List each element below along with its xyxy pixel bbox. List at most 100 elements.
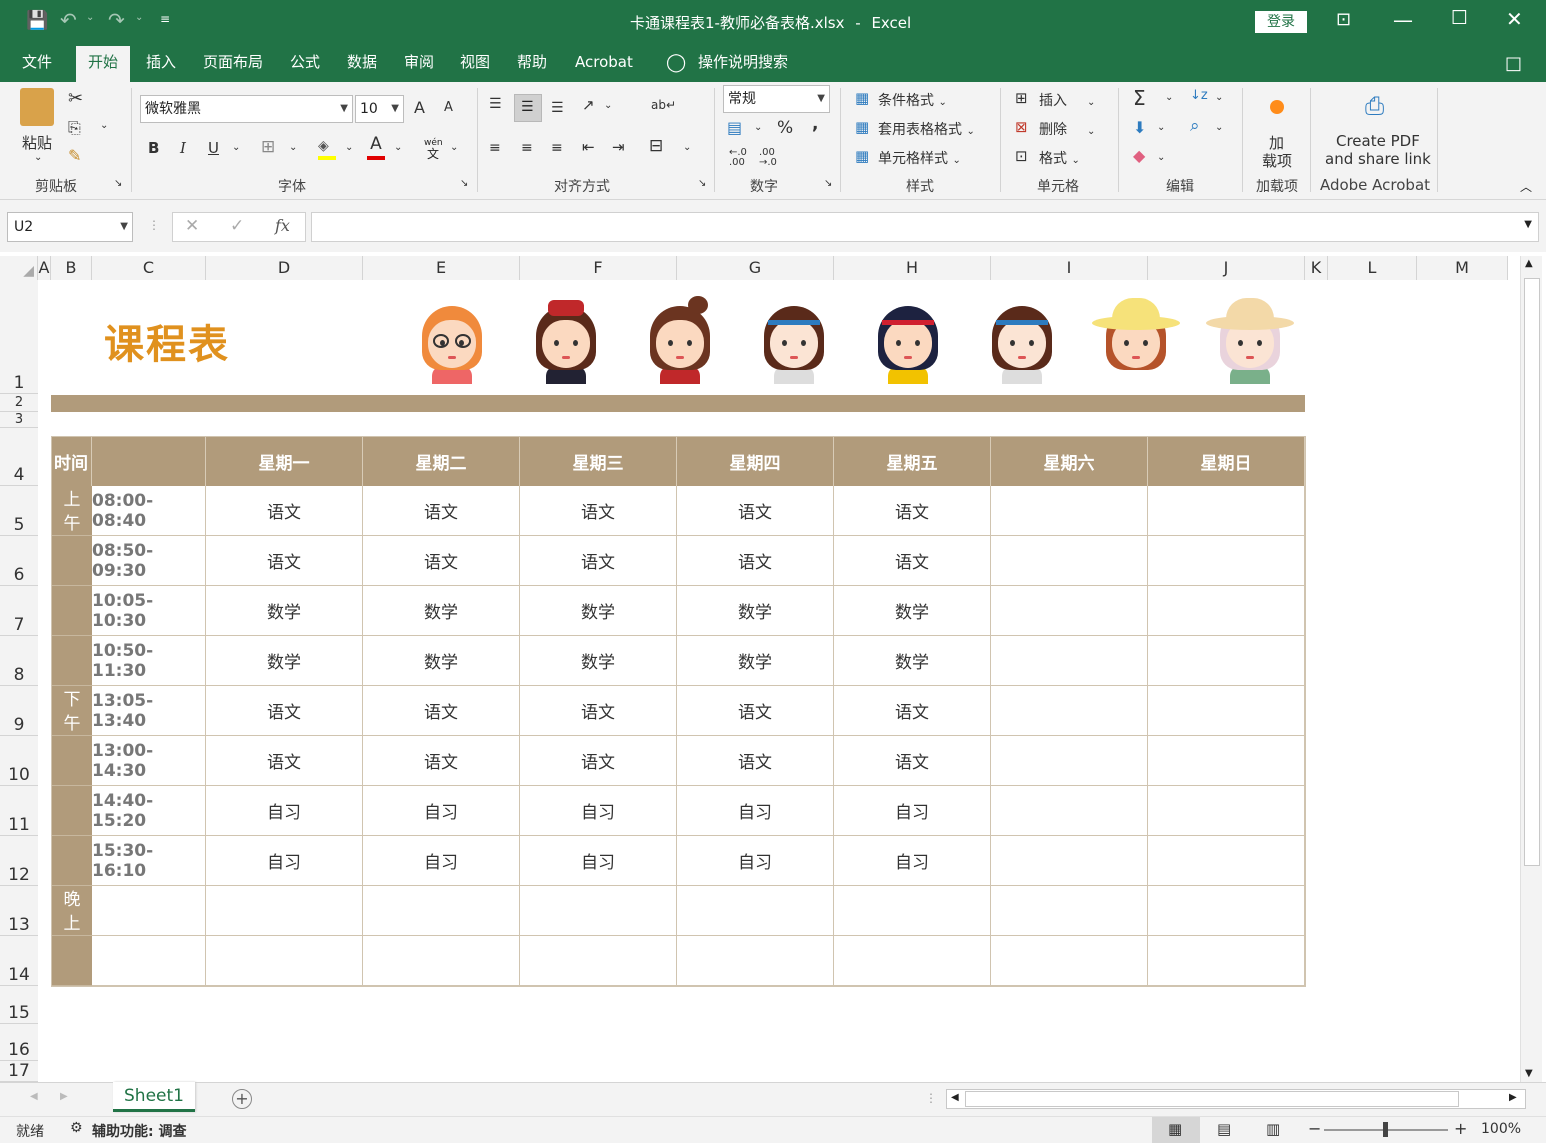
row-header[interactable]: 6 — [0, 536, 38, 586]
subject-cell[interactable] — [1148, 836, 1305, 886]
row-header[interactable]: 17 — [0, 1061, 38, 1082]
tab-data[interactable]: 数据 — [341, 52, 383, 82]
fill-dropdown-icon[interactable]: ⌄ — [1157, 122, 1165, 133]
clipboard-launcher-icon[interactable]: ↘ — [114, 178, 122, 189]
day-header[interactable]: 星期六 — [991, 436, 1148, 486]
time-range-header[interactable] — [92, 436, 206, 486]
undo-icon[interactable]: ↶ — [60, 8, 77, 32]
align-right-icon[interactable]: ≡ — [551, 140, 563, 156]
section-cell[interactable] — [52, 936, 92, 986]
column-header[interactable]: G — [677, 256, 834, 280]
normal-view-button[interactable]: ▦ — [1152, 1117, 1200, 1143]
scroll-up-icon[interactable]: ▲ — [1525, 258, 1533, 269]
clear-dropdown-icon[interactable]: ⌄ — [1157, 152, 1165, 163]
subject-cell[interactable]: 语文 — [520, 536, 677, 586]
row-header[interactable]: 2 — [0, 394, 38, 412]
subject-cell[interactable]: 语文 — [363, 536, 520, 586]
redo-icon[interactable]: ↷ — [108, 8, 125, 32]
subject-cell[interactable]: 自习 — [677, 786, 834, 836]
subject-cell[interactable] — [991, 936, 1148, 986]
tab-page-layout[interactable]: 页面布局 — [197, 52, 269, 82]
subject-cell[interactable]: 自习 — [520, 786, 677, 836]
subject-cell[interactable] — [834, 936, 991, 986]
underline-dropdown-icon[interactable]: ⌄ — [232, 142, 240, 153]
subject-cell[interactable]: 自习 — [206, 836, 363, 886]
accessibility-status[interactable]: 辅助功能: 调查 — [92, 1121, 186, 1141]
login-button[interactable]: 登录 — [1255, 11, 1307, 33]
find-select-icon[interactable]: ⌕ — [1190, 116, 1200, 136]
subject-cell[interactable] — [991, 586, 1148, 636]
tab-review[interactable]: 审阅 — [398, 52, 440, 82]
alignment-launcher-icon[interactable]: ↘ — [698, 178, 706, 189]
subject-cell[interactable] — [1148, 686, 1305, 736]
scroll-down-icon[interactable]: ▼ — [1525, 1068, 1533, 1079]
subject-cell[interactable] — [991, 486, 1148, 536]
column-header[interactable]: H — [834, 256, 991, 280]
subject-cell[interactable]: 自习 — [520, 836, 677, 886]
orientation-dropdown-icon[interactable]: ⌄ — [604, 100, 612, 111]
cut-icon[interactable]: ✂ — [68, 88, 83, 109]
insert-cells-icon[interactable]: ⊞ — [1015, 89, 1028, 107]
vertical-scrollbar[interactable]: ▲ ▼ — [1520, 256, 1542, 1082]
column-header[interactable]: L — [1328, 256, 1417, 280]
subject-cell[interactable] — [991, 836, 1148, 886]
create-pdf-line2[interactable]: and share link — [1325, 150, 1431, 168]
formula-input[interactable]: ▼ — [311, 212, 1539, 242]
time-cell[interactable]: 15:30-16:10 — [92, 836, 206, 886]
column-header[interactable]: J — [1148, 256, 1305, 280]
zoom-level[interactable]: 100% — [1481, 1121, 1521, 1137]
close-icon[interactable]: ✕ — [1506, 7, 1523, 31]
align-middle-button[interactable]: ☰ — [514, 94, 542, 122]
borders-dropdown-icon[interactable]: ⌄ — [289, 142, 297, 153]
subject-cell[interactable] — [363, 886, 520, 936]
number-format-select[interactable]: 常规 ▼ — [723, 85, 830, 113]
name-box[interactable]: U2 ▼ — [7, 212, 133, 242]
subject-cell[interactable] — [1148, 886, 1305, 936]
subject-cell[interactable] — [991, 886, 1148, 936]
column-header[interactable]: D — [206, 256, 363, 280]
subject-cell[interactable]: 数学 — [677, 586, 834, 636]
section-cell[interactable] — [52, 586, 92, 636]
subject-cell[interactable] — [520, 936, 677, 986]
day-header[interactable]: 星期二 — [363, 436, 520, 486]
subject-cell[interactable] — [1148, 486, 1305, 536]
time-cell[interactable]: 08:50-09:30 — [92, 536, 206, 586]
subject-cell[interactable]: 自习 — [363, 786, 520, 836]
customize-icon[interactable]: ≡ — [160, 12, 170, 26]
column-header[interactable]: K — [1305, 256, 1328, 280]
cancel-icon[interactable]: ✕ — [185, 216, 199, 236]
subject-cell[interactable] — [520, 886, 677, 936]
expand-formula-icon[interactable]: ▼ — [1524, 219, 1532, 230]
day-header[interactable]: 星期日 — [1148, 436, 1305, 486]
drag-handle-icon[interactable]: ⋮ — [148, 218, 160, 232]
subject-cell[interactable]: 数学 — [834, 586, 991, 636]
row-header[interactable]: 12 — [0, 836, 38, 886]
subject-cell[interactable] — [1148, 586, 1305, 636]
row-header[interactable]: 14 — [0, 936, 38, 986]
font-color-icon[interactable]: A — [367, 134, 385, 160]
tab-file[interactable]: 文件 — [16, 52, 58, 82]
bold-button[interactable]: B — [148, 139, 159, 157]
day-header[interactable]: 星期三 — [520, 436, 677, 486]
number-launcher-icon[interactable]: ↘ — [824, 178, 832, 189]
row-header[interactable]: 7 — [0, 586, 38, 636]
select-all-button[interactable]: ◢ — [0, 256, 38, 280]
pdf-link-icon[interactable]: ⎙ — [1365, 92, 1384, 120]
decrease-indent-icon[interactable]: ⇤ — [582, 138, 595, 156]
conditional-format-icon[interactable]: ▦ — [855, 89, 869, 107]
delete-cells-button[interactable]: 删除 ⌄ — [1039, 119, 1095, 139]
subject-cell[interactable]: 数学 — [520, 636, 677, 686]
paste-button[interactable]: 粘贴 — [22, 132, 52, 153]
subject-cell[interactable]: 语文 — [206, 736, 363, 786]
ribbon-display-icon[interactable]: ⊡ — [1336, 9, 1351, 30]
clear-icon[interactable]: ◆ — [1133, 146, 1145, 165]
format-cells-button[interactable]: 格式 ⌄ — [1039, 148, 1080, 168]
copy-dropdown-icon[interactable]: ⌄ — [100, 120, 108, 131]
row-header[interactable]: 16 — [0, 1024, 38, 1061]
subject-cell[interactable]: 语文 — [520, 736, 677, 786]
tab-formulas[interactable]: 公式 — [284, 52, 326, 82]
row-header[interactable]: 8 — [0, 636, 38, 686]
undo-dropdown-icon[interactable]: ⌄ — [86, 12, 94, 23]
row-header[interactable]: 15 — [0, 986, 38, 1024]
day-header[interactable]: 星期五 — [834, 436, 991, 486]
